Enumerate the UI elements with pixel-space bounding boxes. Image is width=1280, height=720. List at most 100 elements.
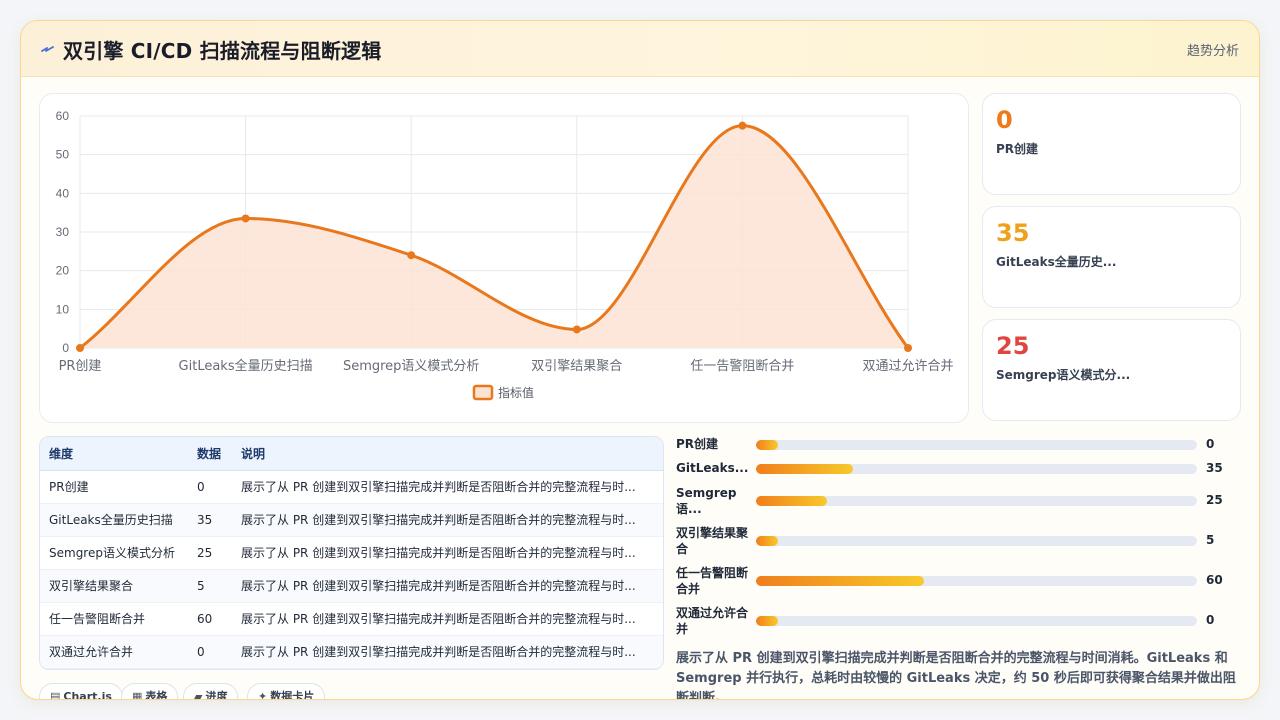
progress-track [756,440,1197,450]
chip-data-card[interactable]: ✦ 数据卡片 [247,683,326,700]
kpi-card-gitleaks[interactable]: 35 GitLeaks全量历史... [982,206,1241,308]
x-tick-label: PR创建 [59,359,102,374]
y-tick-label: 0 [62,341,69,355]
progress-value: 5 [1206,533,1215,547]
column-header-dimension[interactable]: 维度 [40,437,188,471]
lightning-icon [41,46,54,52]
legend-swatch [472,384,494,401]
y-tick-label: 50 [56,148,70,162]
table-cell-data: 35 [188,503,232,537]
x-tick-label: 任一告警阻断合并 [690,358,794,374]
kpi-value: 0 [996,106,1013,134]
kpi-label: Semgrep语义模式分... [996,368,1131,382]
data-point [572,325,581,334]
table-cell-dimension: PR创建 [40,470,188,504]
progress-track [756,496,1197,506]
table-cell-description: 展示了从 PR 创建到双引擎扫描完成并判断是否阻断合并的完整流程与时... [232,635,663,669]
chip-chartjs[interactable]: ▤ Chart.js [39,683,123,700]
table-row[interactable]: 任一告警阻断合并 60 展示了从 PR 创建到双引擎扫描完成并判断是否阻断合并的… [40,602,663,636]
progress-fill [756,464,854,474]
area-chart: 0 10 20 30 40 50 60 PR创建 GitLeaks全量历史扫描 Semgrep语义… [56,109,954,401]
progress-label: 任一告警阻断合并 [676,566,749,596]
progress-value: 0 [1206,437,1215,451]
progress-bars: PR创建 0 GitLeaks... 35 Semgrep 语... 25 双引… [676,436,1241,636]
kpi-value: 25 [996,332,1030,360]
kpi-label: PR创建 [996,142,1039,156]
table-row[interactable]: Semgrep语义模式分析 25 展示了从 PR 创建到双引擎扫描完成并判断是否… [40,536,663,570]
progress-fill [756,496,827,506]
y-tick-label: 40 [56,186,70,200]
table-cell-description: 展示了从 PR 创建到双引擎扫描完成并判断是否阻断合并的完整流程与时... [232,470,663,504]
table-cell-dimension: 双引擎结果聚合 [40,569,188,603]
x-tick-label: Semgrep语义模式分析 [343,359,479,374]
progress-track [756,616,1197,626]
x-tick-label: GitLeaks全量历史扫描 [179,358,313,374]
chip-label: 表格 [145,690,168,700]
kpi-card-semgrep[interactable]: 25 Semgrep语义模式分... [982,319,1241,421]
legend-label: 指标值 [498,385,534,400]
progress-value: 25 [1206,493,1223,507]
series-area [80,125,908,348]
table-cell-data: 60 [188,602,232,636]
progress-value: 0 [1206,613,1215,627]
progress-fill [756,440,779,450]
chip-label: 数据卡片 [270,690,315,700]
data-point [904,344,912,352]
dashboard-card: 双引擎 CI/CD 扫描流程与阻断逻辑 趋势分析 0 10 20 30 40 50 60 PR… [20,20,1260,700]
page-title: 双引擎 CI/CD 扫描流程与阻断逻辑 [63,39,382,63]
table-cell-data: 25 [188,536,232,570]
progress-track [756,536,1197,546]
table-cell-data: 0 [188,470,232,504]
progress-label: 双引擎结果聚合 [676,526,749,556]
table-cell-data: 5 [188,569,232,603]
chip-table[interactable]: ▦ 表格 [121,683,179,700]
y-tick-label: 60 [56,109,70,123]
table-row[interactable]: PR创建 0 展示了从 PR 创建到双引擎扫描完成并判断是否阻断合并的完整流程与… [40,470,663,504]
table-cell-description: 展示了从 PR 创建到双引擎扫描完成并判断是否阻断合并的完整流程与时... [232,536,663,570]
data-table: 维度 数据 说明 PR创建 0 展示了从 PR 创建到双引擎扫描完成并判断是否阻… [39,436,664,670]
table-cell-description: 展示了从 PR 创建到双引擎扫描完成并判断是否阻断合并的完整流程与时... [232,602,663,636]
y-tick-label: 10 [56,302,70,316]
progress-fill [756,616,779,626]
progress-value: 35 [1206,461,1223,475]
data-point [241,214,250,223]
progress-label: PR创建 [676,437,719,451]
progress-label: 双通过允许合并 [676,606,749,636]
column-header-description[interactable]: 说明 [232,437,663,471]
table-cell-description: 展示了从 PR 创建到双引擎扫描完成并判断是否阻断合并的完整流程与时... [232,569,663,603]
progress-track [756,464,1197,474]
table-header-row: 维度 数据 说明 [40,437,663,471]
table-row[interactable]: GitLeaks全量历史扫描 35 展示了从 PR 创建到双引擎扫描完成并判断是… [40,503,663,537]
progress-label: GitLeaks... [676,461,749,475]
table-icon: ▦ [132,690,143,700]
chart-icon: ▤ [50,690,61,700]
data-point [407,251,416,260]
table-row[interactable]: 双引擎结果聚合 5 展示了从 PR 创建到双引擎扫描完成并判断是否阻断合并的完整… [40,569,663,603]
table-cell-description: 展示了从 PR 创建到双引擎扫描完成并判断是否阻断合并的完整流程与时... [232,503,663,537]
table-cell-data: 0 [188,635,232,669]
chip-label: Chart.js [63,690,112,700]
summary-text: 展示了从 PR 创建到双引擎扫描完成并判断是否阻断合并的完整流程与时间消耗。Gi… [676,651,1236,700]
table-row[interactable]: 双通过允许合并 0 展示了从 PR 创建到双引擎扫描完成并判断是否阻断合并的完整… [40,635,663,669]
sparkle-icon: ✦ [258,690,268,700]
kpi-card-pr-created[interactable]: 0 PR创建 [982,93,1241,195]
y-tick-label: 30 [56,225,70,239]
kpi-value: 35 [996,219,1030,247]
progress-icon: ▰ [194,690,203,700]
chart-panel: 0 10 20 30 40 50 60 PR创建 GitLeaks全量历史扫描 Semgrep语义… [39,93,969,423]
progress-label: Semgrep 语... [676,486,737,516]
chip-label: 进度 [205,690,228,700]
trend-analysis-link[interactable]: 趋势分析 [1187,40,1239,59]
progress-value: 60 [1206,573,1223,587]
column-header-data[interactable]: 数据 [188,437,232,471]
chip-progress[interactable]: ▰ 进度 [183,683,239,700]
progress-fill [756,536,779,546]
card-header: 双引擎 CI/CD 扫描流程与阻断逻辑 趋势分析 [21,21,1259,77]
data-point [76,344,84,352]
table-cell-dimension: Semgrep语义模式分析 [40,536,188,570]
y-tick-label: 20 [56,264,70,278]
table-cell-dimension: 任一告警阻断合并 [40,602,188,636]
progress-fill [756,576,924,586]
x-tick-label: 双通过允许合并 [862,358,953,374]
data-point [738,121,747,130]
